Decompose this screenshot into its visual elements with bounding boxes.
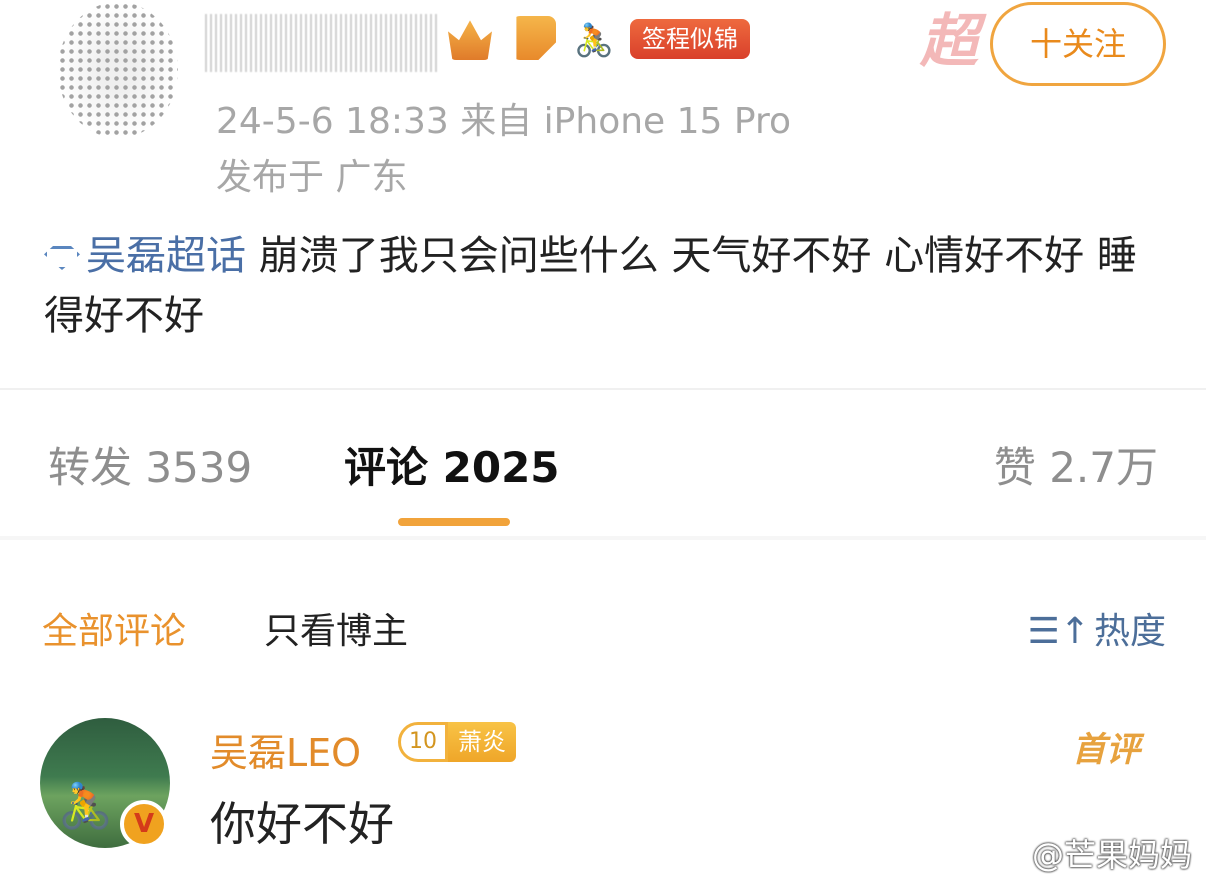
cyclist-icon: 🚴 — [574, 21, 614, 59]
sort-icon: ☰↑ — [1027, 611, 1090, 652]
super-topic-label: 吴磊超话 — [86, 233, 246, 279]
source-watermark: @芒果妈妈 — [1031, 836, 1192, 874]
verified-icon: V — [120, 800, 168, 848]
post-content: 吴磊超话 崩溃了我只会问些什么 天气好不好 心情好不好 睡得好不好 — [44, 226, 1164, 346]
poster-avatar[interactable] — [58, 2, 178, 138]
super-topic-watermark: 超 — [920, 7, 979, 75]
diamond-icon — [44, 246, 80, 270]
poster-username-blurred[interactable] — [205, 14, 440, 72]
filter-host-only[interactable]: 只看博主 — [264, 602, 408, 654]
crown-badge-icon — [448, 20, 492, 60]
tab-repost[interactable]: 转发 3539 — [48, 434, 252, 495]
comment-text: 你好不好 — [210, 797, 394, 851]
fan-level-badge: 10 萧炎 — [398, 722, 516, 762]
stats-tabs: 转发 3539 评论 2025 赞 2.7万 — [0, 434, 1206, 504]
super-topic-link[interactable]: 吴磊超话 — [44, 233, 246, 279]
post-location: 发布于 广东 — [216, 157, 408, 198]
follow-button[interactable]: 十关注 — [990, 2, 1166, 86]
section-divider — [0, 536, 1206, 540]
divider — [0, 388, 1206, 390]
fan-level-name: 萧炎 — [448, 722, 516, 762]
cyclist-icon: 🚴 — [58, 781, 113, 832]
level-badge-icon — [516, 16, 556, 60]
first-comment-badge: 首评 — [1072, 730, 1140, 770]
fan-tag: 签程似锦 — [630, 19, 750, 59]
tab-like[interactable]: 赞 2.7万 — [994, 434, 1158, 495]
post-time-device: 24-5-6 18:33 来自 iPhone 15 Pro — [216, 101, 791, 142]
fan-level-number: 10 — [398, 722, 448, 762]
active-tab-indicator — [398, 518, 510, 526]
commenter-name[interactable]: 吴磊LEO — [210, 722, 361, 777]
filter-all-comments[interactable]: 全部评论 — [42, 602, 186, 654]
tab-comment[interactable]: 评论 2025 — [344, 434, 560, 495]
sort-by-heat-button[interactable]: ☰↑ 热度 — [1028, 602, 1166, 654]
sort-label: 热度 — [1093, 611, 1166, 652]
